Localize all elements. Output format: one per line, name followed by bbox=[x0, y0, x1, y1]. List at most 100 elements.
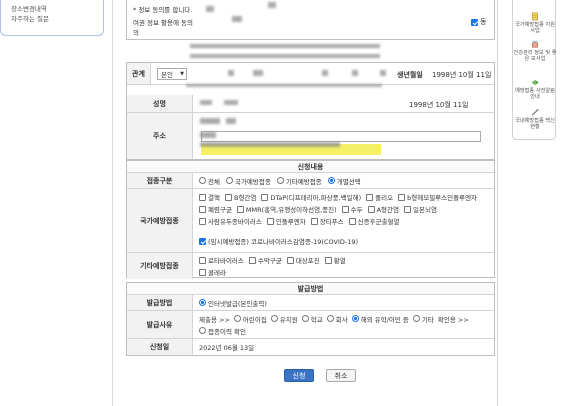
redacted-block bbox=[322, 70, 328, 76]
quick-menu-label: 국내예방접종 백신현황 bbox=[515, 118, 555, 130]
option-label: (임시예방접종) 코로나바이러스감염증-19(COVID-19) bbox=[208, 238, 359, 246]
birth-value: 1998년 10월 11일 bbox=[432, 71, 492, 79]
checkbox-icon bbox=[324, 256, 332, 264]
megaphone-icon bbox=[532, 79, 538, 86]
quick-menu-item[interactable]: 건강관리 정보 및 좋은 보사업 bbox=[513, 40, 557, 62]
checkbox-option[interactable]: A형간염 bbox=[367, 204, 399, 214]
checkbox-option[interactable]: 인플루엔자 bbox=[266, 216, 306, 226]
issuance-section-title: 발급방법 bbox=[127, 283, 494, 295]
checkbox-icon bbox=[199, 268, 206, 276]
national-vaccination-row: 국가예방접종 결핵 B형간염 DTaP(디프테리아,파상풍,백일해) 폴리오 b… bbox=[127, 189, 494, 253]
checkbox-option[interactable]: MMR(홍역,유행성이하선염,풍진) bbox=[236, 204, 337, 214]
national-vaccination-options: 결핵 B형간염 DTaP(디프테리아,파상풍,백일해) 폴리오 b형헤모필루스인… bbox=[199, 189, 490, 252]
relation-select-value: 본인 bbox=[161, 71, 173, 79]
option-label: B형간염 bbox=[233, 194, 257, 202]
address-label: 주소 bbox=[127, 113, 193, 159]
option-label: 신증후군출혈열 bbox=[357, 218, 400, 226]
checkbox-option[interactable]: 대상포진 bbox=[286, 255, 320, 265]
checkbox-option[interactable]: 일본뇌염 bbox=[404, 204, 437, 214]
checkbox-icon bbox=[266, 217, 274, 225]
checkbox-option[interactable]: 사람유두종바이러스 bbox=[199, 216, 262, 226]
radio-option[interactable]: 기타예방접종 bbox=[276, 176, 322, 186]
radio-option[interactable]: 회사 bbox=[326, 314, 348, 324]
checkbox-checked-icon bbox=[471, 18, 478, 26]
checkbox-option[interactable]: 폴리오 bbox=[366, 192, 393, 202]
quick-menu-item[interactable]: 국가예방접종 지원사업 bbox=[513, 12, 557, 34]
radio-icon bbox=[276, 177, 284, 184]
checkbox-icon bbox=[398, 193, 406, 201]
other-vaccination-row: 기타예방접종 로타바이러스 수막구균 대상포진 황열 콜레라 bbox=[127, 253, 494, 279]
application-table: 신청내용 접종구분 전체 국가예방접종 기타예방접종 개별선택 국가예방접종 결… bbox=[126, 160, 495, 279]
covid-checkbox-option[interactable]: (임시예방접종) 코로나바이러스감염증-19(COVID-19) bbox=[199, 236, 490, 246]
radio-option-selected[interactable]: 개별선택 bbox=[327, 176, 361, 186]
radio-option[interactable]: 학교 bbox=[301, 314, 323, 324]
application-date-value: 2022년 06월 13일 bbox=[199, 339, 490, 355]
checkbox-option[interactable]: 황열 bbox=[324, 255, 346, 265]
consent-checkbox[interactable]: 동 bbox=[471, 17, 486, 27]
radio-option[interactable]: 접종이력 확인 bbox=[199, 326, 246, 336]
quick-menu-item[interactable]: 국내예방접종 백신현황 bbox=[513, 108, 557, 130]
sidebar-link-change-history[interactable]: 장소변경내역 bbox=[11, 3, 47, 13]
chevron-down-icon: ▼ bbox=[180, 71, 184, 77]
option-label: 사람유두종바이러스 bbox=[208, 218, 262, 226]
issuance-method-label: 발급방법 bbox=[127, 295, 193, 310]
apply-button[interactable]: 신청 bbox=[284, 369, 314, 382]
checkbox-option[interactable]: 장티푸스 bbox=[310, 216, 344, 226]
radio-option[interactable]: 전체 bbox=[199, 176, 220, 186]
checkbox-icon bbox=[310, 217, 318, 225]
address-row: 주소 bbox=[127, 113, 494, 159]
sidebar-link-faq[interactable]: 자주하는 질문 bbox=[11, 13, 49, 23]
checkbox-icon bbox=[286, 256, 294, 264]
address-input[interactable] bbox=[201, 131, 481, 142]
name-birth-value: 1998년 10월 11일 bbox=[409, 101, 469, 109]
option-label: 수두 bbox=[350, 206, 363, 214]
document-icon bbox=[532, 12, 538, 21]
radio-option[interactable]: 유치원 bbox=[270, 314, 298, 324]
checkbox-icon bbox=[199, 193, 206, 201]
quick-menu-item[interactable]: 예방접종 사전알림안내 bbox=[513, 78, 557, 100]
redacted-bar bbox=[190, 44, 380, 48]
redacted-block bbox=[228, 70, 234, 76]
relation-select[interactable]: 본인 ▼ bbox=[157, 68, 187, 80]
checkbox-option[interactable]: b형헤모필루스인플루엔자 bbox=[398, 192, 477, 202]
quick-menu-label: 국가예방접종 지원사업 bbox=[515, 22, 555, 34]
radio-option-selected[interactable]: 해외 유학/이민 등 bbox=[351, 314, 409, 324]
option-label: 폐렴구균 bbox=[208, 206, 232, 214]
radio-option[interactable]: 기타 bbox=[412, 314, 434, 324]
checkbox-icon bbox=[366, 193, 374, 201]
birth-label: 생년월일 bbox=[397, 71, 423, 79]
checkbox-option[interactable]: B형간염 bbox=[224, 192, 257, 202]
radio-option[interactable]: 어린이집 bbox=[233, 314, 267, 324]
checkbox-icon bbox=[367, 205, 375, 213]
name-row: 성명 1998년 10월 11일 bbox=[127, 95, 494, 113]
radio-icon bbox=[199, 327, 206, 334]
radio-selected-icon bbox=[327, 177, 335, 184]
checkbox-option[interactable]: 콜레라 bbox=[199, 267, 490, 277]
option-label: 황열 bbox=[333, 257, 346, 265]
checkbox-icon bbox=[236, 205, 244, 213]
checkbox-option[interactable]: 신증후군출혈열 bbox=[348, 216, 400, 226]
checkbox-icon bbox=[199, 205, 206, 213]
option-label: 대상포진 bbox=[295, 257, 320, 265]
option-label: MMR(홍역,유행성이하선염,풍진) bbox=[245, 206, 337, 214]
checkbox-option[interactable]: 수두 bbox=[341, 204, 363, 214]
option-label: 학교 bbox=[310, 315, 323, 324]
application-section-title: 신청내용 bbox=[127, 161, 494, 173]
checkbox-option[interactable]: DTaP(디프테리아,파상풍,백일해) bbox=[261, 192, 361, 202]
application-date-row: 신청일 2022년 06월 13일 bbox=[127, 339, 494, 355]
quick-menu-label: 예방접종 사전알림안내 bbox=[515, 88, 555, 100]
radio-icon bbox=[270, 315, 278, 322]
redacted-bar bbox=[190, 54, 380, 58]
radio-option[interactable]: 국가예방접종 bbox=[225, 176, 271, 186]
radio-option-selected[interactable]: 인터넷발급(본인출력) bbox=[199, 298, 267, 308]
checkbox-option[interactable]: 로타바이러스 bbox=[199, 255, 244, 265]
option-label: 기타 bbox=[421, 315, 434, 324]
checkbox-option[interactable]: 폐렴구균 bbox=[199, 204, 232, 214]
checkbox-option[interactable]: 수막구균 bbox=[248, 255, 282, 265]
issuance-method-row: 발급방법 인터넷발급(본인출력) bbox=[127, 295, 494, 311]
option-label: 어린이집 bbox=[242, 315, 267, 324]
checkbox-option[interactable]: 결핵 bbox=[199, 192, 220, 202]
vaccination-type-options: 전체 국가예방접종 기타예방접종 개별선택 bbox=[199, 173, 490, 188]
cancel-button[interactable]: 취소 bbox=[326, 369, 356, 382]
right-quick-menu: 국가예방접종 지원사업 건강관리 정보 및 좋은 보사업 예방접종 사전알림안내… bbox=[512, 0, 557, 140]
